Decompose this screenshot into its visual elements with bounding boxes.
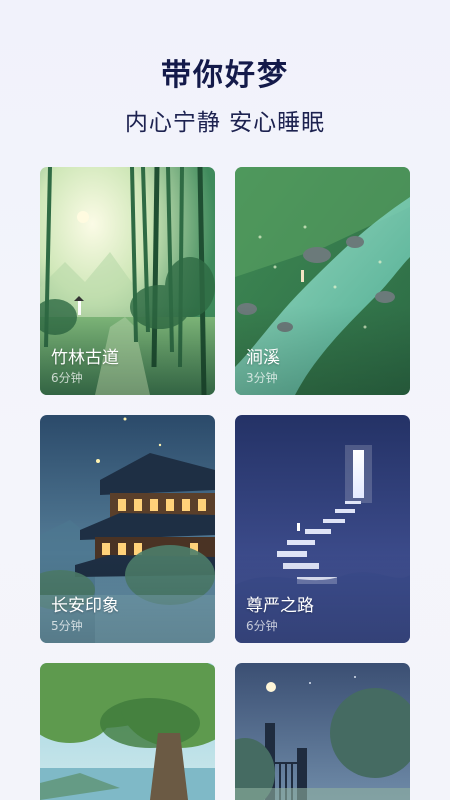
card-duration: 6分钟 xyxy=(246,619,278,633)
sleep-card-dignity[interactable]: 尊严之路 6分钟 xyxy=(235,415,410,643)
sleep-card-changan[interactable]: 长安印象 5分钟 xyxy=(40,415,215,643)
sleep-card-gate[interactable] xyxy=(235,663,410,800)
card-title: 尊严之路 xyxy=(246,596,314,616)
card-duration: 5分钟 xyxy=(51,619,83,633)
sleep-card-stream[interactable]: 涧溪 3分钟 xyxy=(235,167,410,395)
card-title: 竹林古道 xyxy=(51,348,119,368)
card-title: 涧溪 xyxy=(246,348,280,368)
page-subtitle: 内心宁静 安心睡眠 xyxy=(124,110,326,136)
page-title: 带你好梦 xyxy=(161,58,289,93)
sleep-card-bamboo[interactable]: 竹林古道 6分钟 xyxy=(40,167,215,395)
sleep-card-tree[interactable] xyxy=(40,663,215,800)
night-gate-illustration xyxy=(235,663,410,800)
card-duration: 3分钟 xyxy=(246,371,278,385)
card-duration: 6分钟 xyxy=(51,371,83,385)
tree-lake-illustration xyxy=(40,663,215,800)
card-title: 长安印象 xyxy=(51,596,119,616)
